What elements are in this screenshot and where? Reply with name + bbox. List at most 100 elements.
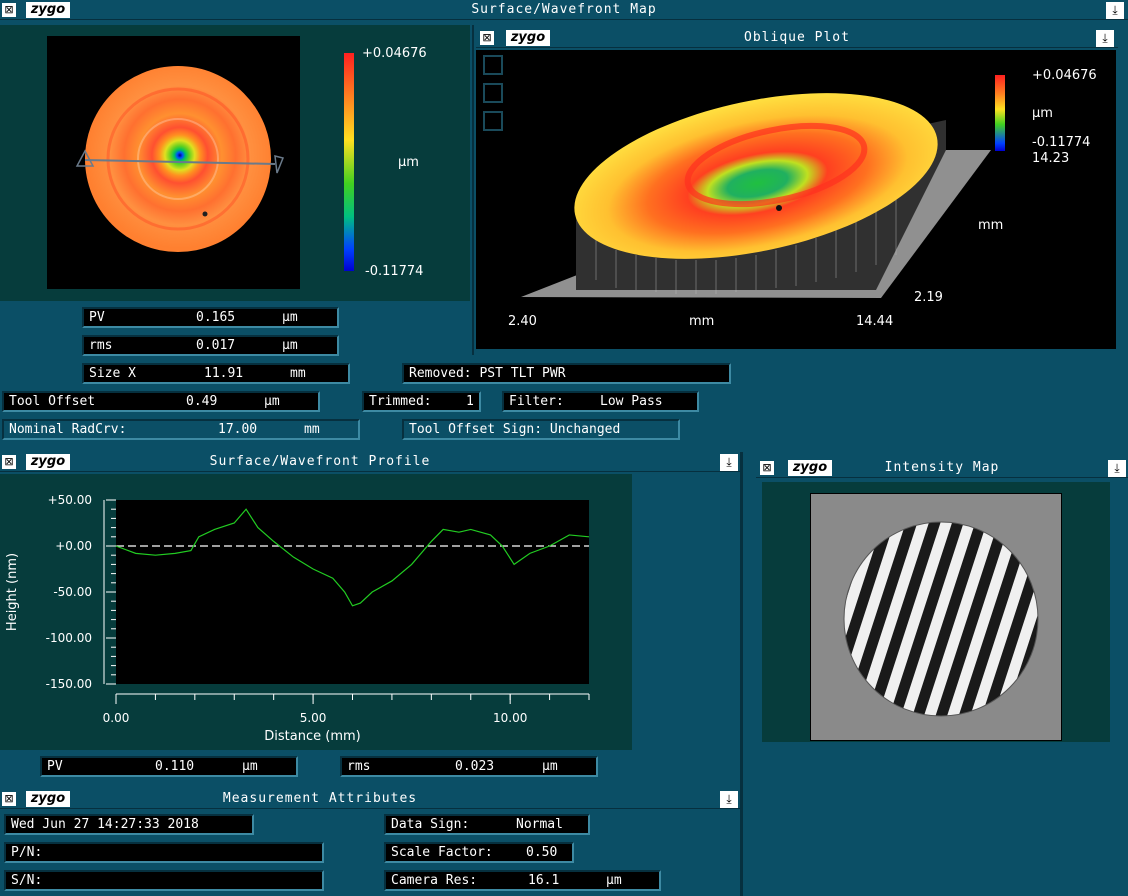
nominal-radcrv-unit: mm [304, 422, 320, 437]
close-box-icon[interactable]: ⊠ [2, 792, 16, 806]
trimmed-label: Trimmed: [369, 394, 432, 409]
window-title: Surface/Wavefront Profile [209, 454, 431, 469]
camera-res-value: 16.1 [528, 873, 560, 888]
y-tick-label: +0.00 [55, 539, 92, 553]
tool-offset-field: Tool Offset 0.49 µm [2, 391, 320, 412]
intensity-image [810, 493, 1062, 741]
nominal-radcrv-field: Nominal RadCrv: 17.00 mm [2, 419, 360, 440]
attributes-titlebar[interactable]: ⊠ zygo Measurement Attributes ⤓ [0, 789, 740, 809]
datetime-field: Wed Jun 27 14:27:33 2018 [4, 814, 254, 835]
surface-color-scale [344, 53, 354, 271]
zygo-logo: zygo [26, 791, 70, 807]
trimmed-value: 1 [466, 394, 474, 409]
size-x-label: Size X [89, 366, 136, 381]
nominal-radcrv-value: 17.00 [218, 422, 258, 437]
intensity-titlebar[interactable]: ⊠ zygo Intensity Map ⤓ [756, 458, 1128, 478]
oblique-y-unit: mm [978, 218, 1004, 233]
y-tick-label: -150.00 [46, 677, 92, 691]
close-box-icon[interactable]: ⊠ [2, 455, 16, 469]
x-axis-label: Distance (mm) [264, 729, 360, 744]
tool-offset-sign-text: Tool Offset Sign: Unchanged [409, 422, 621, 437]
x-tick-label: 5.00 [300, 711, 327, 725]
camera-res-unit: µm [606, 873, 622, 888]
y-axis-label: Height (nm) [5, 553, 20, 631]
profile-rms-label: rms [347, 759, 371, 774]
profile-titlebar[interactable]: ⊠ zygo Surface/Wavefront Profile ⤓ [0, 452, 740, 472]
sn-field[interactable]: S/N: [4, 870, 324, 891]
oblique-x-unit: mm [689, 314, 715, 329]
pin-icon[interactable]: ⤓ [720, 454, 738, 471]
profile-rms-unit: µm [542, 759, 558, 774]
pin-icon[interactable]: ⤓ [1108, 460, 1126, 477]
surface-map-titlebar[interactable]: ⊠ zygo Surface/Wavefront Map ⤓ [0, 0, 1128, 20]
surface-map-disk [75, 66, 285, 252]
triangle-marker-icon [274, 155, 285, 174]
oblique-x-right: 14.44 [856, 314, 894, 329]
x-tick-label: 0.00 [103, 711, 130, 725]
y-tick-label: -100.00 [46, 631, 92, 645]
zygo-logo: zygo [788, 460, 832, 476]
pin-icon[interactable]: ⤓ [1096, 30, 1114, 47]
tool-offset-sign-field: Tool Offset Sign: Unchanged [402, 419, 680, 440]
pin-icon[interactable]: ⤓ [1106, 2, 1124, 19]
pv-field: PV 0.165 µm [82, 307, 339, 328]
profile-pv-value: 0.110 [155, 759, 195, 774]
data-sign-value: Normal [516, 817, 563, 832]
y-tick-label: -50.00 [53, 585, 92, 599]
camera-res-field: Camera Res: 16.1 µm [384, 870, 661, 891]
fringe-pattern [843, 521, 1039, 717]
scale-min-label: -0.11774 [365, 264, 424, 279]
profile-pv-field: PV 0.110 µm [40, 756, 298, 777]
scale-factor-label: Scale Factor: [391, 845, 493, 860]
oblique-scale-min: -0.11774 [1032, 135, 1091, 150]
scale-factor-field: Scale Factor: 0.50 [384, 842, 574, 863]
scale-factor-value: 0.50 [526, 845, 558, 860]
camera-res-label: Camera Res: [391, 873, 478, 888]
divider [472, 25, 474, 355]
filter-value: Low Pass [600, 394, 663, 409]
y-tick-label: +50.00 [48, 493, 92, 507]
profile-rms-value: 0.023 [455, 759, 495, 774]
profile-pv-unit: µm [242, 759, 258, 774]
trimmed-field: Trimmed: 1 [362, 391, 481, 412]
window-title: Oblique Plot [744, 30, 850, 45]
x-tick-label: 10.00 [493, 711, 527, 725]
pin-icon[interactable]: ⤓ [720, 791, 738, 808]
profile-pv-label: PV [47, 759, 63, 774]
zygo-logo: zygo [26, 454, 70, 470]
filter-field: Filter: Low Pass [502, 391, 699, 412]
oblique-scale-max: +0.04676 [1032, 68, 1097, 83]
pv-label: PV [89, 310, 105, 325]
filter-label: Filter: [509, 394, 564, 409]
oblique-plot-area: +0.04676 µm -0.11774 14.23 mm 2.19 2.40 … [476, 50, 1116, 349]
oblique-plot-titlebar[interactable]: ⊠ zygo Oblique Plot ⤓ [476, 28, 1118, 48]
close-box-icon[interactable]: ⊠ [2, 3, 16, 17]
tool-offset-unit: µm [264, 394, 280, 409]
sn-label: S/N: [11, 873, 43, 888]
removed-text: Removed: PST TLT PWR [409, 366, 566, 381]
size-x-value: 11.91 [204, 366, 244, 381]
size-x-field: Size X 11.91 mm [82, 363, 350, 384]
oblique-scale-unit: µm [1032, 106, 1053, 121]
rms-unit: µm [282, 338, 298, 353]
window-title: Measurement Attributes [222, 791, 418, 806]
window-title: Surface/Wavefront Map [471, 2, 657, 17]
nominal-radcrv-label: Nominal RadCrv: [9, 422, 127, 437]
close-box-icon[interactable]: ⊠ [760, 461, 774, 475]
rms-field: rms 0.017 µm [82, 335, 339, 356]
pn-field[interactable]: P/N: [4, 842, 324, 863]
zygo-logo: zygo [26, 2, 70, 18]
oblique-3d-surface [521, 93, 991, 298]
close-box-icon[interactable]: ⊠ [480, 31, 494, 45]
profile-chart: +50.00 +0.00 -50.00 -100.00 -150.00 0.00 5.00 1… [5, 493, 590, 744]
surface-map-image [47, 36, 300, 289]
tool-offset-label: Tool Offset [9, 394, 96, 409]
pn-label: P/N: [11, 845, 43, 860]
scale-max-label: +0.04676 [362, 46, 427, 61]
pv-unit: µm [282, 310, 298, 325]
size-x-unit: mm [290, 366, 306, 381]
profile-rms-field: rms 0.023 µm [340, 756, 598, 777]
oblique-y-top: 14.23 [1032, 151, 1070, 166]
oblique-y-bottom: 2.19 [914, 290, 943, 305]
data-sign-field: Data Sign: Normal [384, 814, 590, 835]
